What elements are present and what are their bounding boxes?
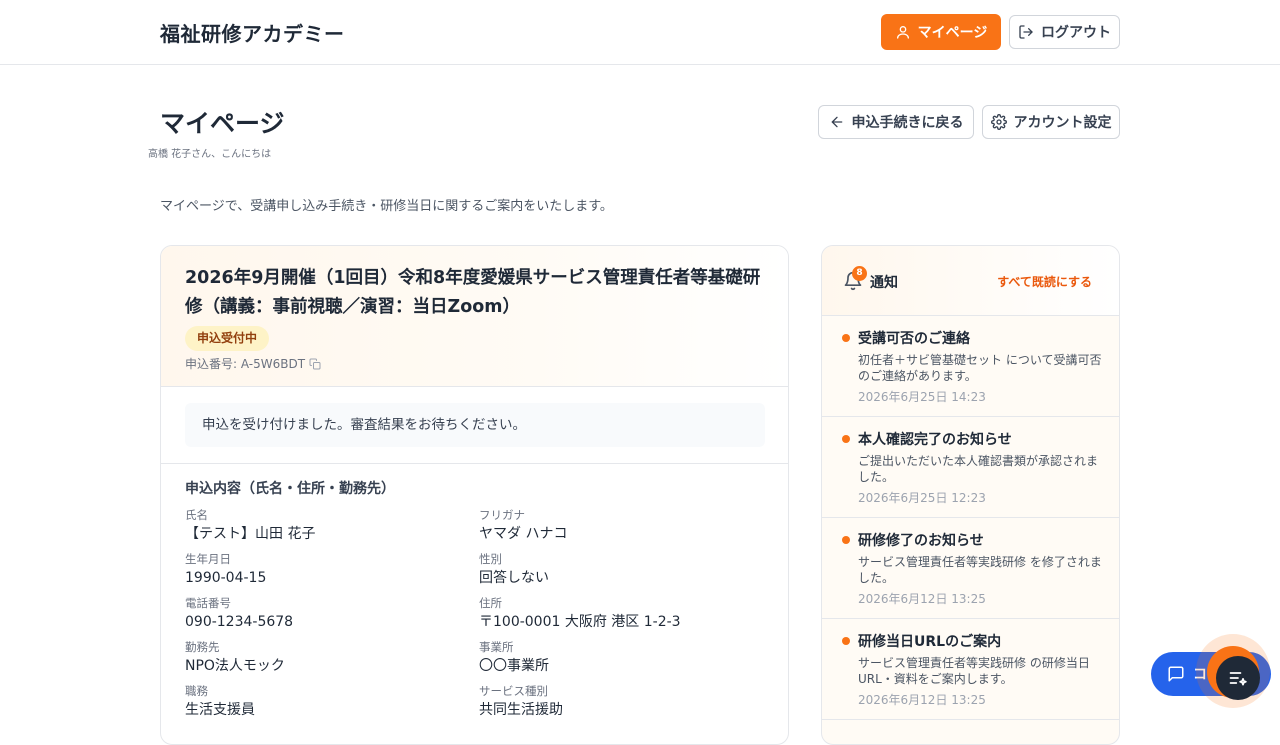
logout-icon xyxy=(1019,25,1033,39)
field-label: 生年月日 xyxy=(185,552,231,566)
field-address: 住所 〒100-0001 大阪府 港区 1-2-3 xyxy=(479,596,759,633)
field-employer: 勤務先 NPO法人モック xyxy=(185,640,465,677)
unread-dot xyxy=(842,334,850,342)
notification-date: 2026年6月12日 13:25 xyxy=(858,592,986,606)
field-value: 回答しない xyxy=(479,570,549,586)
intro-text: マイページで、受講申し込み手続き・研修当日に関するご案内をいたします。 xyxy=(160,199,613,214)
application-card: 2026年9月開催（1回目）令和8年度愛媛県サービス管理責任者等基礎研修（講義：… xyxy=(160,245,789,745)
notification-item[interactable]: 研修当日URLのご案内 サービス管理責任者等実践研修 の研修当日URL・資料をご… xyxy=(822,619,1119,720)
application-number: 申込番号: A-5W6BDT xyxy=(185,355,321,372)
field-value: 〇〇事業所 xyxy=(479,658,549,674)
account-settings-label: アカウント設定 xyxy=(1013,115,1112,131)
course-title: 2026年9月開催（1回目）令和8年度愛媛県サービス管理責任者等基礎研修（講義：… xyxy=(185,268,761,317)
notification-item[interactable]: 受講可否のご連絡 初任者＋サビ管基礎セット について受講可否のご連絡があります。… xyxy=(822,316,1119,417)
notification-item[interactable]: 本人確認完了のお知らせ ご提出いただいた本人確認書類が承認されました。 2026… xyxy=(822,417,1119,518)
mark-all-read-button[interactable]: すべて既読にする xyxy=(997,273,1092,290)
notification-body: 初任者＋サビ管基礎セット について受講可否のご連絡があります。 xyxy=(858,353,1102,383)
field-value: 【テスト】山田 花子 xyxy=(185,526,316,542)
section-divider xyxy=(161,463,788,464)
logout-button[interactable]: ログアウト xyxy=(1009,15,1120,49)
field-label: 勤務先 xyxy=(185,640,220,654)
field-value: 共同生活援助 xyxy=(479,702,563,718)
greeting-text: 高橋 花子さん、こんにちは xyxy=(148,149,272,160)
field-phone: 電話番号 090-1234-5678 xyxy=(185,596,465,633)
mypage-button[interactable]: マイページ xyxy=(881,14,1001,50)
notifications-header: 8 通知 すべて既読にする xyxy=(822,246,1119,316)
field-label: 住所 xyxy=(479,596,502,610)
mypage-button-label: マイページ xyxy=(917,25,988,41)
notification-title: 研修修了のお知らせ xyxy=(858,533,984,549)
application-card-header: 2026年9月開催（1回目）令和8年度愛媛県サービス管理責任者等基礎研修（講義：… xyxy=(161,246,788,387)
field-value: 〒100-0001 大阪府 港区 1-2-3 xyxy=(479,614,681,630)
back-to-application-button[interactable]: 申込手続きに戻る xyxy=(818,105,974,139)
notification-body: サービス管理責任者等実践研修 を修了されました。 xyxy=(858,555,1102,585)
application-number-text: 申込番号: A-5W6BDT xyxy=(185,357,306,371)
field-service-type: サービス種別 共同生活援助 xyxy=(479,684,759,721)
notification-title: 研修当日URLのご案内 xyxy=(858,634,1002,650)
notification-date: 2026年6月12日 13:25 xyxy=(858,693,986,707)
field-value: 1990-04-15 xyxy=(185,570,267,586)
field-label: フリガナ xyxy=(479,508,525,522)
field-label: 職務 xyxy=(185,684,208,698)
field-furigana: フリガナ ヤマダ ハナコ xyxy=(479,508,759,545)
copy-icon[interactable] xyxy=(309,358,321,370)
unread-dot xyxy=(842,637,850,645)
assistant-fab-button[interactable] xyxy=(1216,656,1260,700)
field-value: 生活支援員 xyxy=(185,702,255,718)
application-details-title: 申込内容（氏名・住所・勤務先） xyxy=(185,481,395,497)
arrow-left-icon xyxy=(831,116,842,128)
user-icon xyxy=(896,26,909,39)
field-value: ヤマダ ハナコ xyxy=(479,526,568,542)
notification-title: 受講可否のご連絡 xyxy=(858,331,970,347)
account-settings-button[interactable]: アカウント設定 xyxy=(982,105,1120,139)
site-header: 福祉研修アカデミー マイページ ログアウト xyxy=(0,0,1280,65)
field-label: 電話番号 xyxy=(185,596,231,610)
notification-date: 2026年6月25日 14:23 xyxy=(858,390,986,404)
notification-body: サービス管理責任者等実践研修 の研修当日URL・資料をご案内します。 xyxy=(858,656,1090,686)
logout-button-label: ログアウト xyxy=(1041,25,1111,41)
field-value: 090-1234-5678 xyxy=(185,614,294,630)
notification-date: 2026年6月25日 12:23 xyxy=(858,491,986,505)
field-office: 事業所 〇〇事業所 xyxy=(479,640,759,677)
field-value: NPO法人モック xyxy=(185,658,285,674)
status-message: 申込を受け付けました。審査結果をお待ちください。 xyxy=(185,403,765,447)
status-badge: 申込受付中 xyxy=(185,326,270,351)
field-name: 氏名 【テスト】山田 花子 xyxy=(185,508,465,545)
notification-count-badge: 8 xyxy=(852,266,867,281)
notification-item[interactable]: 研修修了のお知らせ サービス管理責任者等実践研修 を修了されました。 2026年… xyxy=(822,518,1119,619)
page-title: マイページ xyxy=(160,109,285,138)
notifications-title: 通知 xyxy=(870,275,898,291)
notification-body: ご提出いただいた本人確認書類が承認されました。 xyxy=(858,454,1099,484)
field-label: 性別 xyxy=(479,552,502,566)
gear-icon xyxy=(990,114,1007,130)
unread-dot xyxy=(842,536,850,544)
brand-logo[interactable]: 福祉研修アカデミー xyxy=(160,18,345,47)
notification-title: 本人確認完了のお知らせ xyxy=(858,432,1012,448)
notifications-panel: 8 通知 すべて既読にする 受講可否のご連絡 初任者＋サビ管基礎セット について… xyxy=(821,245,1120,745)
field-label: サービス種別 xyxy=(479,684,548,698)
field-label: 氏名 xyxy=(185,508,208,522)
unread-dot xyxy=(842,435,850,443)
field-gender: 性別 回答しない xyxy=(479,552,759,589)
field-birthdate: 生年月日 1990-04-15 xyxy=(185,552,465,589)
sparkle-list-icon xyxy=(1229,672,1247,686)
field-job-role: 職務 生活支援員 xyxy=(185,684,465,721)
chat-bubble-icon xyxy=(1168,666,1184,682)
field-label: 事業所 xyxy=(479,640,514,654)
back-button-label: 申込手続きに戻る xyxy=(851,115,964,131)
